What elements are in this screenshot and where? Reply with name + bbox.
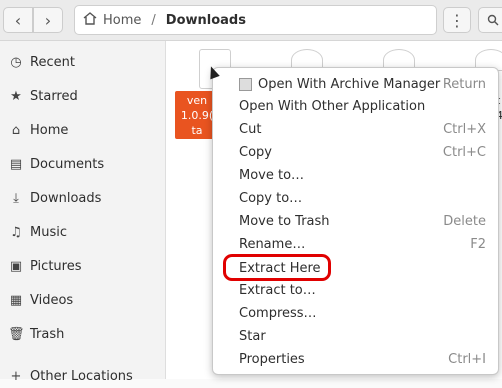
sidebar-item-label: Trash	[30, 326, 65, 342]
menu-item-extract-to[interactable]: Extract to…	[239, 279, 494, 301]
sidebar-item-label: Home	[30, 122, 69, 138]
sidebar-item-label: Other Locations	[30, 368, 133, 384]
menu-item-star[interactable]: Star	[239, 325, 494, 347]
home-icon: ⌂	[11, 122, 21, 138]
menu-item-open-other-application[interactable]: Open With Other Application	[239, 95, 494, 117]
sidebar-item-trash[interactable]: 🗑 Trash	[8, 322, 64, 346]
menu-item-shortcut: Ctrl+X	[443, 121, 486, 137]
menu-item-move-to[interactable]: Move to…	[239, 164, 494, 186]
home-icon	[83, 11, 97, 29]
menu-item-shortcut: F2	[470, 236, 486, 252]
menu-item-label: Rename…	[239, 236, 306, 252]
sidebar-item-home[interactable]: ⌂ Home	[8, 118, 69, 142]
sidebar-item-music[interactable]: ♫ Music	[8, 220, 67, 244]
menu-item-shortcut: Ctrl+C	[442, 144, 486, 160]
menu-item-open-archive-manager[interactable]: Open With Archive Manager Return	[239, 73, 494, 95]
sidebar-item-other-locations[interactable]: + Other Locations	[8, 364, 133, 388]
menu-item-cut[interactable]: Cut Ctrl+X	[239, 118, 494, 140]
kebab-menu-icon: ⋮	[449, 10, 465, 30]
star-icon: ★	[10, 88, 22, 104]
menu-item-shortcut: Return	[442, 76, 486, 92]
menu-item-shortcut: Ctrl+I	[448, 351, 486, 367]
sidebar-item-label: Pictures	[30, 258, 82, 274]
sidebar-item-starred[interactable]: ★ Starred	[8, 84, 78, 108]
path-bar[interactable]: Home / Downloads	[74, 5, 437, 35]
sidebar-item-label: Recent	[30, 54, 75, 70]
archive-manager-icon	[239, 77, 252, 91]
menu-button[interactable]: ⋮	[443, 7, 471, 33]
path-current[interactable]: Downloads	[166, 13, 246, 28]
forward-button[interactable]: ›	[33, 7, 63, 33]
chevron-left-icon: ‹	[14, 10, 22, 30]
chevron-right-icon: ›	[44, 10, 52, 30]
clock-icon: ◷	[10, 54, 22, 70]
menu-item-label: Cut	[239, 121, 262, 137]
sidebar-item-downloads[interactable]: ⤓ Downloads	[8, 186, 101, 210]
menu-item-label: Copy	[239, 144, 272, 160]
sidebar-item-label: Documents	[30, 156, 105, 172]
menu-item-label: Open With Archive Manager	[258, 76, 441, 92]
menu-item-label: Move to Trash	[239, 213, 330, 229]
menu-item-label: Star	[239, 328, 266, 344]
menu-item-rename[interactable]: Rename… F2	[239, 233, 494, 255]
menu-item-label: Move to…	[239, 167, 305, 183]
sidebar-item-label: Music	[30, 224, 67, 240]
back-button[interactable]: ‹	[3, 7, 33, 33]
header-bar: ‹ › Home / Downloads ⋮	[0, 0, 502, 41]
sidebar-item-recent[interactable]: ◷ Recent	[8, 50, 75, 74]
sidebar: ◷ Recent ★ Starred ⌂ Home ▤ Documents ⤓ …	[0, 41, 166, 384]
sidebar-item-pictures[interactable]: ▣ Pictures	[8, 254, 82, 278]
menu-item-properties[interactable]: Properties Ctrl+I	[239, 348, 494, 370]
menu-item-label: Copy to…	[239, 190, 303, 206]
trash-icon: 🗑	[8, 326, 25, 342]
menu-item-shortcut: Delete	[443, 213, 486, 229]
menu-item-label: Properties	[239, 351, 305, 367]
menu-item-label: Open With Other Application	[239, 98, 426, 114]
menu-item-copy-to[interactable]: Copy to…	[239, 187, 494, 209]
menu-item-copy[interactable]: Copy Ctrl+C	[239, 141, 494, 163]
context-menu: Open With Archive Manager Return Open Wi…	[212, 67, 499, 375]
sidebar-item-label: Downloads	[30, 190, 102, 206]
document-icon: ▤	[9, 156, 23, 172]
sidebar-item-documents[interactable]: ▤ Documents	[8, 152, 104, 176]
path-separator: /	[151, 12, 156, 28]
picture-icon: ▣	[9, 258, 23, 274]
extract-here-highlight	[223, 254, 331, 281]
music-icon: ♫	[10, 224, 22, 240]
sidebar-item-videos[interactable]: ▦ Videos	[8, 288, 73, 312]
sidebar-item-label: Videos	[30, 292, 74, 308]
search-button[interactable]	[478, 7, 502, 33]
menu-item-move-to-trash[interactable]: Move to Trash Delete	[239, 210, 494, 232]
download-icon: ⤓	[13, 190, 19, 206]
search-icon	[487, 11, 499, 30]
plus-icon: +	[10, 368, 22, 384]
menu-item-compress[interactable]: Compress…	[239, 302, 494, 324]
menu-item-label: Compress…	[239, 305, 317, 321]
video-icon: ▦	[9, 292, 23, 308]
menu-item-label: Extract to…	[239, 282, 316, 298]
sidebar-item-label: Starred	[30, 88, 78, 104]
path-home[interactable]: Home	[103, 13, 141, 28]
